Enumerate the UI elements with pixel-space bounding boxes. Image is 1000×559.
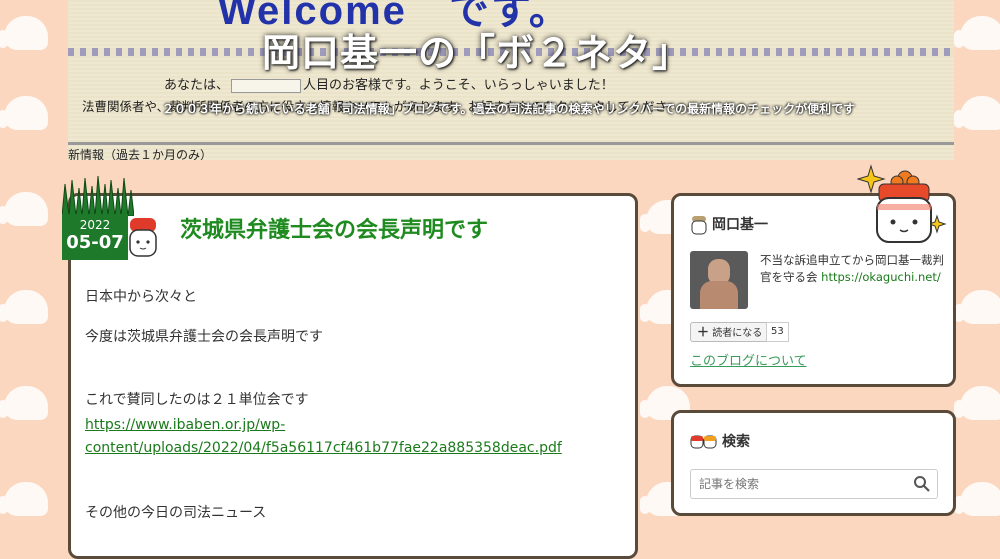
date-badge: 2022 05-07	[62, 176, 134, 266]
blog-header: Welcome です。 あなたは、 人目のお客様です。ようこそ、いらっしゃいました…	[68, 0, 954, 160]
subscribe-button[interactable]: ＋ 読者になる	[690, 322, 770, 342]
post-paragraph: その他の今日の司法ニュース	[85, 505, 267, 521]
header-divider	[68, 142, 954, 145]
search-module: 検索	[671, 410, 956, 516]
sushi-mascot-large-icon	[857, 164, 947, 243]
post-title[interactable]: 茨城県弁護士会の会長声明です	[180, 212, 488, 244]
blog-title[interactable]: 岡口基一の「ボ２ネタ」	[262, 22, 691, 77]
search-icon[interactable]	[913, 475, 931, 493]
visitor-counter-image	[231, 78, 302, 93]
plus-icon: ＋	[697, 325, 710, 339]
avatar-torso	[700, 281, 738, 309]
avatar[interactable]	[690, 251, 748, 309]
visitor-prefix: あなたは、	[164, 78, 230, 93]
reader-count-badge: 53	[766, 322, 789, 342]
blog-description: ２００３年から続いている老舗「司法情報」ブログです。過去の司法記事の検索やリンク…	[162, 102, 856, 116]
date-box[interactable]: 2022 05-07	[62, 214, 128, 260]
search-heading: 検索	[690, 431, 750, 451]
pdf-link[interactable]: https://www.ibaben.or.jp/wp- content/upl…	[85, 414, 562, 460]
pdf-link-line2: content/uploads/2022/04/f5a56117cf461b77…	[85, 440, 562, 456]
profile-heading: 岡口基一	[690, 214, 768, 236]
profile-description: 不当な訴追申立てから岡口基一裁判官を守る会 https://okaguchi.n…	[760, 252, 945, 286]
post-paragraph: 今度は茨城県弁護士会の会長声明です	[85, 329, 323, 345]
search-field	[690, 469, 938, 499]
search-input[interactable]	[691, 470, 916, 498]
subscribe-label: 読者になる	[712, 328, 763, 339]
news-label[interactable]: 新情報（過去１か月のみ）	[68, 146, 212, 160]
sushi-mini-icon	[690, 435, 717, 449]
post-paragraph: 日本中から次々と	[85, 289, 197, 305]
sushi-mini-icon	[691, 216, 707, 235]
sushi-mascot-icon	[129, 218, 157, 257]
visitor-suffix: 人目のお客様です。ようこそ、いらっしゃいました！	[303, 78, 614, 93]
profile-name[interactable]: 岡口基一	[712, 217, 768, 233]
search-title: 検索	[722, 434, 750, 450]
date-year: 2022	[79, 218, 111, 232]
pdf-link-line1: https://www.ibaben.or.jp/wp-	[85, 417, 286, 433]
post-paragraph: これで賛同したのは２１単位会です	[85, 392, 309, 408]
date-month-day: 05-07	[66, 232, 124, 253]
about-blog-link[interactable]: このブログについて	[690, 350, 807, 369]
profile-url-link[interactable]: https://okaguchi.net/	[821, 270, 941, 284]
grass-icon	[62, 176, 134, 216]
